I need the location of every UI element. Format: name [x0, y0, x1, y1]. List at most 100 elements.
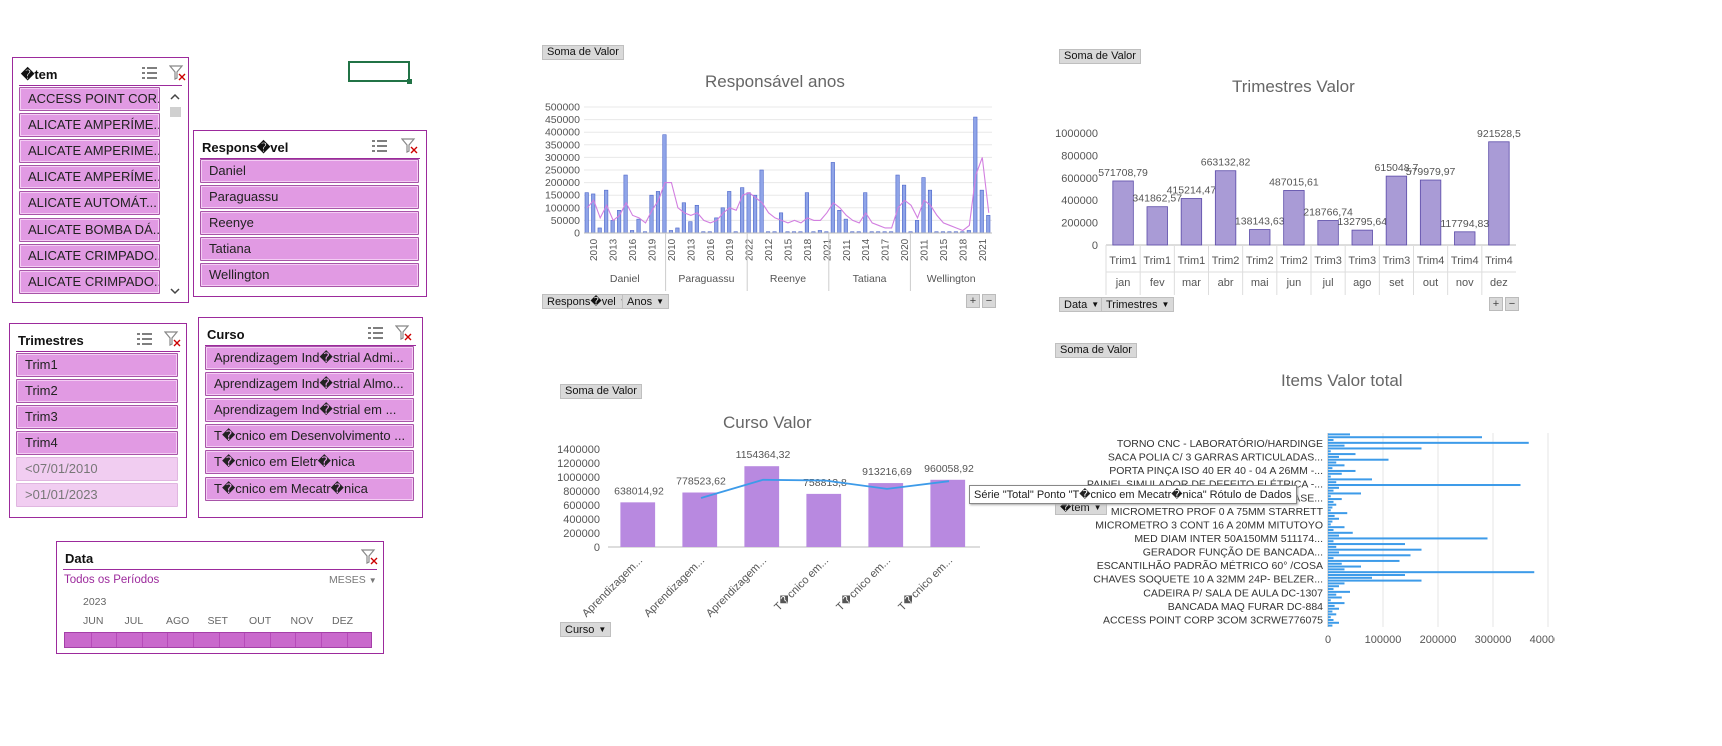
x-tick-label: 2014	[861, 238, 872, 261]
slicer-item[interactable]: Trim2	[16, 379, 178, 403]
slicer-item[interactable]: ALICATE CRIMPADO...	[19, 269, 160, 294]
chart-trimestres-valor[interactable]: 0 200000 400000 600000 800000 1000000 571708,7…	[1046, 100, 1526, 300]
anos-filter-button[interactable]: Anos ▼	[622, 294, 669, 309]
timeline-year: 2023	[83, 596, 107, 608]
cell-fill-handle[interactable]	[407, 79, 412, 84]
chart-items-valor-total[interactable]: 0 100000 200000 300000 400000 TORNO CNC - LAB…	[1085, 430, 1555, 650]
clear-filter-icon[interactable]	[401, 138, 419, 154]
slicer-item[interactable]: <07/01/2010	[16, 457, 178, 481]
timeline-month[interactable]: OUT	[249, 615, 271, 627]
slicer-item[interactable]: Tatiana	[200, 237, 419, 262]
quarter-label: Trim2	[1280, 255, 1308, 267]
slicer-item[interactable]: ALICATE CRIMPADO...	[19, 243, 160, 268]
soma-valor-button-1[interactable]: Soma de Valor	[542, 45, 624, 60]
expand-button[interactable]: +	[966, 294, 980, 308]
bar	[1328, 498, 1342, 501]
slicer-item[interactable]: Trim1	[16, 353, 178, 377]
category-label: MICROMETRO PROF 0 A 75MM STARRETT	[1111, 506, 1324, 518]
scroll-down-icon[interactable]	[168, 284, 182, 298]
clear-filter-icon[interactable]	[361, 549, 379, 565]
timeline-month[interactable]: DEZ	[332, 615, 353, 627]
bar	[1328, 543, 1405, 546]
chart-responsavel-anos[interactable]: 0500001000001500002000002500003000003500…	[534, 94, 994, 304]
slicer-item[interactable]: Trim4	[16, 431, 178, 455]
chevron-down-icon: ▼	[368, 576, 377, 585]
period-label: Todos os Períodos	[64, 574, 160, 586]
month-label: nov	[1456, 277, 1474, 289]
slicer-item[interactable]: ALICATE BOMBA DÁ...	[19, 217, 160, 242]
slicer-item[interactable]: Aprendizagem Ind�strial Admi...	[205, 346, 414, 370]
responsavel-filter-button[interactable]: Respons�vel▼	[542, 294, 633, 309]
multiselect-icon[interactable]	[371, 138, 389, 154]
slicer-item[interactable]: Aprendizagem Ind�strial Almo...	[205, 372, 414, 397]
bar	[1317, 220, 1339, 246]
timeline-month[interactable]: JUL	[125, 615, 144, 627]
y-tick-label: 150000	[545, 190, 580, 202]
slicer-item[interactable]: Wellington	[200, 263, 419, 288]
timeline-month[interactable]: JUN	[83, 615, 103, 627]
bar	[597, 227, 602, 234]
timeline-month[interactable]: NOV	[291, 615, 314, 627]
bar	[1328, 441, 1529, 444]
multiselect-icon[interactable]	[141, 65, 159, 81]
category-label: Aprendizagem...	[642, 555, 707, 620]
bar	[584, 192, 589, 234]
clear-filter-icon[interactable]	[395, 325, 413, 341]
timeline-level-select[interactable]: MESES ▼	[329, 574, 377, 586]
bar	[1283, 190, 1305, 246]
multiselect-icon[interactable]	[367, 325, 385, 341]
collapse-button[interactable]: −	[1505, 297, 1519, 311]
slicer-item[interactable]: Reenye	[200, 211, 419, 236]
bar	[1328, 557, 1334, 560]
slicer-item[interactable]: ALICATE AUTOMÁT...	[19, 191, 160, 216]
timeline-month[interactable]: SET	[208, 615, 228, 627]
multiselect-icon[interactable]	[136, 331, 154, 347]
slicer-item[interactable]: T�cnico em Mecatr�nica	[205, 476, 414, 501]
slicer-item[interactable]: Daniel	[200, 159, 419, 183]
x-tick-label: 2011	[842, 239, 853, 261]
clear-filter-icon[interactable]	[164, 331, 182, 347]
month-label: mar	[1182, 277, 1201, 289]
bar	[1419, 179, 1442, 246]
quarter-label: Trim1	[1109, 255, 1137, 267]
bar	[1328, 610, 1333, 613]
soma-valor-button-3[interactable]: Soma de Valor	[560, 384, 642, 399]
soma-valor-button-4[interactable]: Soma de Valor	[1055, 343, 1137, 358]
bar	[927, 189, 933, 234]
data-filter-button[interactable]: Data ▼	[1059, 297, 1105, 312]
bar	[1328, 545, 1337, 548]
scroll-thumb[interactable]	[170, 107, 181, 117]
slicer-item[interactable]: ACCESS POINT COR...	[19, 87, 160, 111]
slicer-item[interactable]: ALICATE AMPERÍME...	[19, 165, 160, 190]
timeline-bar[interactable]	[64, 632, 372, 648]
selected-cell[interactable]	[348, 61, 410, 82]
slicer-item[interactable]: T�cnico em Desenvolvimento ...	[205, 424, 414, 449]
slicer-item[interactable]: ALICATE AMPERÍME...	[19, 113, 160, 138]
bar	[1328, 526, 1345, 529]
x-tick-label: 2021	[822, 238, 833, 261]
x-tick-label: 2013	[609, 238, 620, 261]
curso-slicer-title: Curso	[207, 327, 245, 342]
clear-filter-icon[interactable]	[169, 65, 187, 81]
curso-filter-button[interactable]: Curso ▼	[560, 622, 612, 637]
bar	[1328, 551, 1339, 554]
slicer-item[interactable]: T�cnico em Eletr�nica	[205, 450, 414, 475]
soma-valor-button-2[interactable]: Soma de Valor	[1059, 49, 1141, 64]
timeline-month[interactable]: AGO	[166, 615, 189, 627]
timeline-segment-divider	[141, 633, 143, 647]
trimestres-slicer-title: Trimestres	[18, 333, 84, 348]
trimestres-filter-button[interactable]: Trimestres ▼	[1101, 297, 1175, 312]
chart-curso-valor[interactable]: 0 200000 400000 600000 800000 1000000 1200000 1…	[548, 440, 988, 640]
slicer-item[interactable]: Trim3	[16, 405, 178, 429]
bar	[1328, 596, 1342, 599]
item-slicer-scrollbar[interactable]	[168, 90, 182, 298]
slicer-item[interactable]: >01/01/2023	[16, 483, 178, 507]
x-tick-label: 2010	[667, 238, 678, 261]
slicer-item[interactable]: Paraguassu	[200, 185, 419, 210]
bar	[1328, 439, 1334, 442]
scroll-up-icon[interactable]	[168, 90, 182, 104]
expand-button[interactable]: +	[1489, 297, 1503, 311]
collapse-button[interactable]: −	[982, 294, 996, 308]
slicer-item[interactable]: Aprendizagem Ind�strial em ...	[205, 398, 414, 423]
slicer-item[interactable]: ALICATE AMPERIME...	[19, 139, 160, 164]
